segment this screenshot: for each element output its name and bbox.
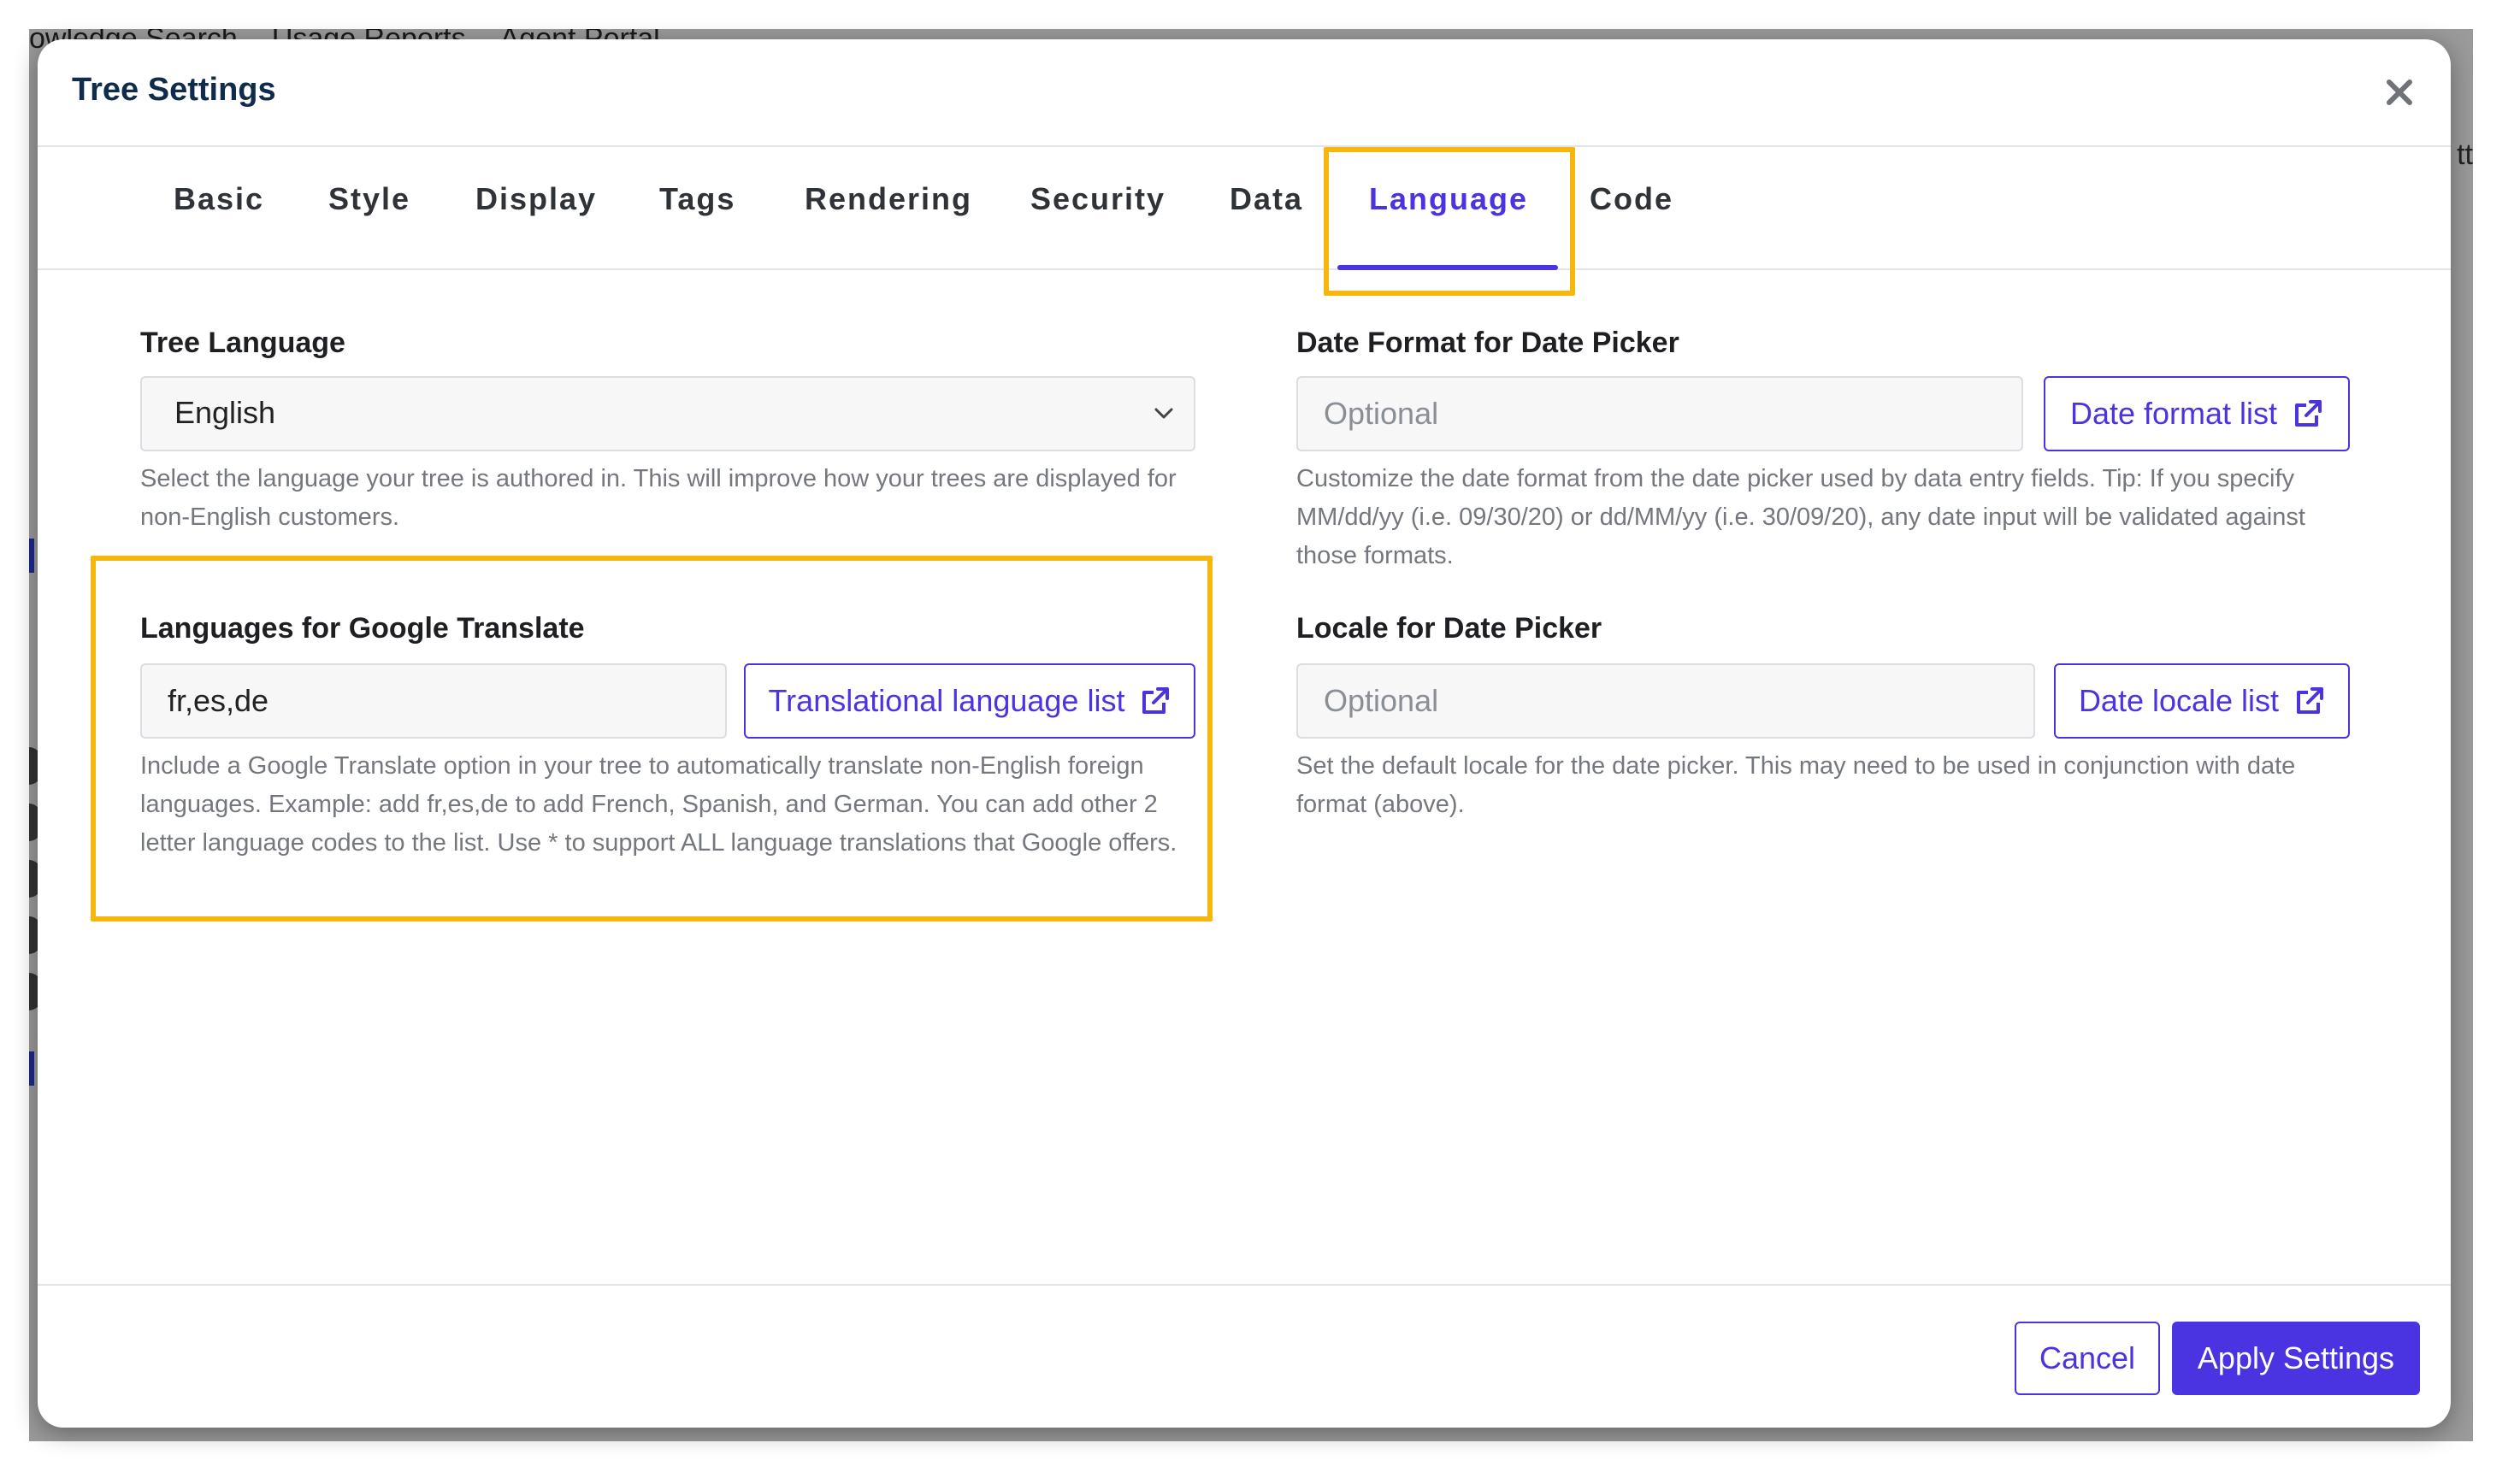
- chevron-down-icon: [1154, 408, 1173, 419]
- background-text: tt: [2457, 138, 2473, 171]
- date-locale-input[interactable]: [1296, 663, 2035, 739]
- tree-language-select[interactable]: English: [140, 376, 1195, 451]
- background-marker: [29, 539, 34, 573]
- tree-language-selected: English: [174, 395, 276, 430]
- language-tab-highlight: [1324, 147, 1575, 296]
- google-translate-help: Include a Google Translate option in you…: [140, 752, 1177, 857]
- tab-code[interactable]: Code: [1590, 181, 1673, 267]
- tab-display[interactable]: Display: [475, 181, 597, 267]
- footer-divider: [38, 1284, 2451, 1286]
- tree-language-help: Select the language your tree is authore…: [140, 465, 1177, 531]
- google-translate-input[interactable]: [140, 663, 727, 739]
- tab-style[interactable]: Style: [328, 181, 410, 267]
- modal-title: Tree Settings: [72, 72, 276, 108]
- external-link-icon: [2297, 687, 2324, 714]
- external-link-icon: [1142, 687, 1170, 714]
- date-locale-help: Set the default locale for the date pick…: [1296, 752, 2296, 818]
- tree-language-label: Tree Language: [140, 327, 345, 359]
- tab-security[interactable]: Security: [1030, 181, 1166, 267]
- date-format-list-button[interactable]: Date format list: [2044, 376, 2350, 451]
- date-format-label: Date Format for Date Picker: [1296, 327, 1679, 359]
- tree-language-select-box[interactable]: [140, 376, 1195, 451]
- date-format-input[interactable]: [1296, 376, 2023, 451]
- google-translate-label: Languages for Google Translate: [140, 612, 585, 645]
- translational-language-list-label: Translational language list: [768, 683, 1125, 718]
- modal-header: Tree Settings: [38, 39, 2451, 147]
- tree-settings-modal: Tree Settings Basic Style Display Tags R…: [38, 39, 2451, 1428]
- external-link-icon: [2295, 400, 2322, 427]
- tab-basic[interactable]: Basic: [174, 181, 264, 267]
- date-format-help: Customize the date format from the date …: [1296, 465, 2305, 569]
- cancel-button[interactable]: Cancel: [2015, 1322, 2160, 1395]
- translational-language-list-button[interactable]: Translational language list: [744, 663, 1195, 739]
- apply-settings-button[interactable]: Apply Settings: [2172, 1322, 2420, 1395]
- settings-tabs: Basic Style Display Tags Rendering Secur…: [38, 147, 2451, 270]
- date-locale-list-label: Date locale list: [2078, 683, 2280, 718]
- tab-data[interactable]: Data: [1230, 181, 1303, 267]
- date-locale-label: Locale for Date Picker: [1296, 612, 1602, 645]
- tab-rendering[interactable]: Rendering: [805, 181, 972, 267]
- background-marker: [29, 1051, 34, 1086]
- close-button[interactable]: [2377, 70, 2422, 115]
- tab-tags[interactable]: Tags: [659, 181, 735, 267]
- google-translate-highlight: [91, 556, 1213, 922]
- date-format-list-label: Date format list: [2069, 396, 2278, 431]
- close-icon: [2387, 80, 2412, 105]
- date-locale-list-button[interactable]: Date locale list: [2054, 663, 2350, 739]
